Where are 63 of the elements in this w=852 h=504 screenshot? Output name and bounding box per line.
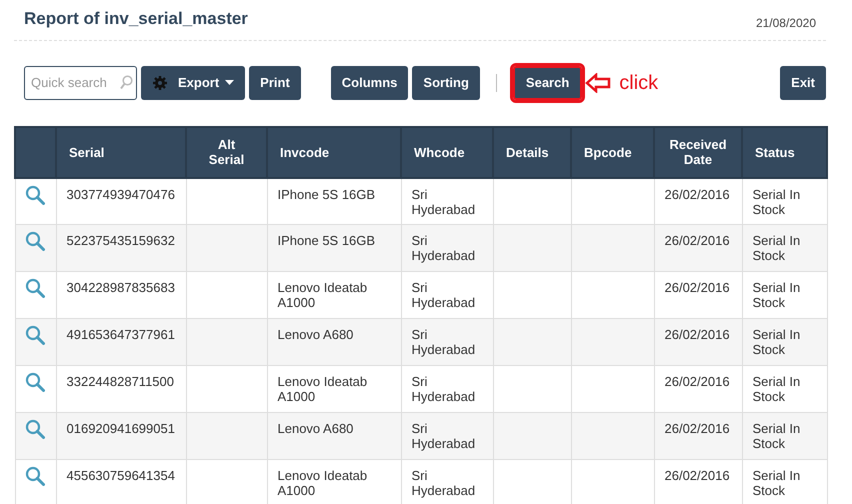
table-cell: 491653647377961: [66, 327, 175, 342]
toolbar-button[interactable]: Sorting: [412, 66, 480, 100]
search-icon[interactable]: [24, 278, 44, 298]
table-cell: 522375435159632: [66, 233, 175, 248]
table-cell: Sri Hyderabad: [412, 374, 476, 404]
table-cell: Serial In Stock: [752, 233, 800, 263]
table-cell: 26/02/2016: [664, 280, 730, 295]
search-icon[interactable]: [24, 372, 44, 392]
table-cell: 455630759641354: [66, 468, 175, 483]
search-icon[interactable]: [24, 419, 44, 439]
table-cell: Serial In Stock: [752, 421, 800, 451]
column-header: Status: [742, 126, 827, 178]
gear-icon: [152, 74, 168, 90]
search-field[interactable]: Quick search: [24, 66, 137, 100]
table-cell: Sri Hyderabad: [412, 280, 476, 310]
annotation-label: click: [619, 70, 658, 96]
table-cell: 26/02/2016: [664, 327, 730, 342]
table-cell: 303774939470476: [66, 186, 175, 202]
column-header: Alt Serial: [186, 126, 267, 178]
search-icon[interactable]: [24, 231, 44, 251]
table-cell: Sri Hyderabad: [412, 421, 476, 451]
arrow-icon: [585, 72, 612, 92]
table-cell: 26/02/2016: [664, 468, 730, 483]
table-cell: Serial In Stock: [752, 468, 800, 498]
table-cell: Lenovo A680: [278, 421, 354, 436]
table-cell: Lenovo Ideatab A1000: [278, 374, 368, 404]
search-icon: [120, 74, 133, 90]
report-date: 21/08/2020: [756, 14, 816, 32]
table-cell: 332244828711500: [66, 374, 174, 389]
table-cell: IPhone 5S 16GB: [278, 186, 376, 202]
column-header: Whcode: [401, 126, 493, 178]
table-cell: Serial In Stock: [752, 280, 800, 310]
search-icon[interactable]: [24, 466, 44, 486]
search-icon[interactable]: [24, 325, 44, 345]
table-cell: IPhone 5S 16GB: [278, 233, 376, 248]
table-cell: Sri Hyderabad: [412, 186, 476, 216]
toolbar-button[interactable]: Export: [141, 66, 246, 100]
table-cell: 26/02/2016: [664, 374, 730, 389]
table-cell: 016920941699051: [66, 421, 175, 436]
table-cell: 26/02/2016: [664, 233, 730, 248]
table-cell: Sri Hyderabad: [412, 233, 476, 263]
report-title: Report of inv_serial_master: [24, 8, 248, 30]
table-cell: Serial In Stock: [752, 327, 800, 357]
table-cell: Sri Hyderabad: [412, 468, 476, 498]
column-header: Details: [493, 126, 571, 178]
column-header: Invcode: [267, 126, 401, 178]
column-header: Serial: [56, 126, 186, 178]
toolbar-button[interactable]: Exit: [780, 66, 826, 100]
column-header: Received Date: [654, 126, 742, 178]
table-cell: 26/02/2016: [664, 186, 730, 202]
search-icon[interactable]: [24, 184, 44, 204]
table-cell: 304228987835683: [66, 280, 175, 295]
table-cell: Serial In Stock: [752, 374, 800, 404]
table-cell: Lenovo Ideatab A1000: [278, 468, 368, 498]
table-cell: Serial In Stock: [752, 186, 800, 216]
table-cell: 26/02/2016: [664, 421, 730, 436]
table-cell: Lenovo Ideatab A1000: [278, 280, 368, 310]
toolbar-button[interactable]: Columns: [330, 66, 408, 100]
column-header: Bpcode: [571, 126, 654, 178]
table-cell: Lenovo A680: [278, 327, 354, 342]
toolbar-button[interactable]: Print: [249, 66, 301, 100]
caret-icon: [225, 80, 234, 85]
table-cell: Sri Hyderabad: [412, 327, 476, 357]
